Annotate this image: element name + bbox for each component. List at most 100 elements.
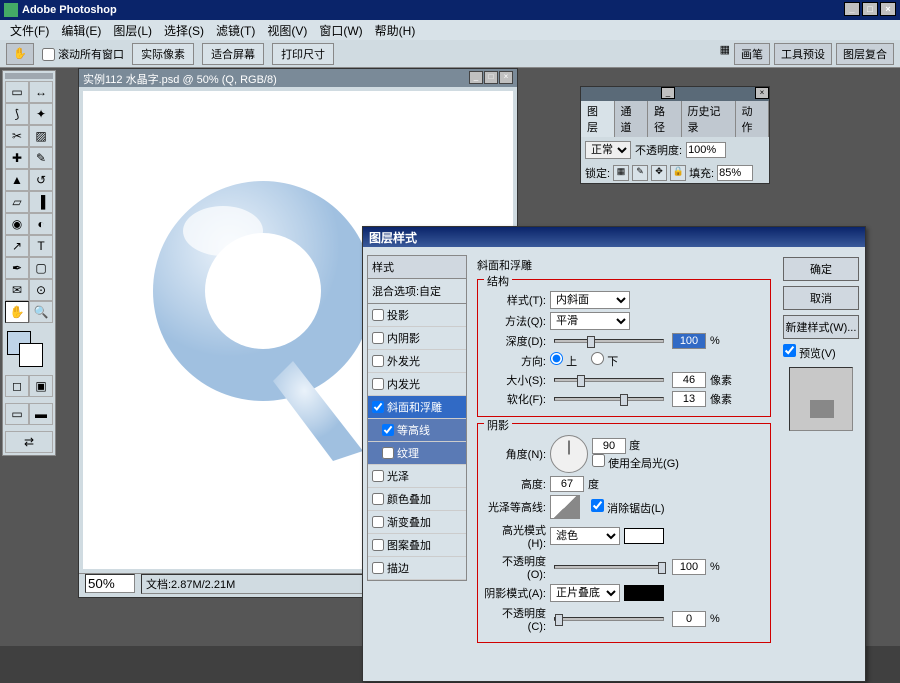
close-button[interactable]: × bbox=[880, 2, 896, 16]
depth-field[interactable] bbox=[672, 333, 706, 349]
menu-help[interactable]: 帮助(H) bbox=[369, 22, 422, 39]
jump-to-ir[interactable]: ⇄ bbox=[5, 431, 53, 453]
gloss-contour-picker[interactable] bbox=[550, 495, 580, 519]
fx-gradientoverlay[interactable]: 渐变叠加 bbox=[368, 511, 466, 534]
shadow-mode-select[interactable]: 正片叠底 bbox=[550, 584, 620, 602]
size-slider[interactable] bbox=[554, 378, 664, 382]
highlight-mode-select[interactable]: 滤色 bbox=[550, 527, 620, 545]
highlight-opacity-field[interactable] bbox=[672, 559, 706, 575]
lock-all-icon[interactable]: 🔒 bbox=[670, 165, 686, 181]
soften-field[interactable] bbox=[672, 391, 706, 407]
tab-history[interactable]: 历史记录 bbox=[682, 101, 736, 137]
soften-slider[interactable] bbox=[554, 397, 664, 401]
screenmode-full[interactable]: ▬ bbox=[29, 403, 53, 425]
fx-bevel[interactable]: 斜面和浮雕 bbox=[368, 396, 466, 419]
dialog-title[interactable]: 图层样式 bbox=[363, 227, 865, 247]
tab-brushes[interactable]: 画笔 bbox=[734, 43, 770, 65]
size-field[interactable] bbox=[672, 372, 706, 388]
fx-innershadow[interactable]: 内阴影 bbox=[368, 327, 466, 350]
shadow-color-swatch[interactable] bbox=[624, 585, 664, 601]
print-size-button[interactable]: 打印尺寸 bbox=[272, 43, 334, 65]
fx-contour[interactable]: 等高线 bbox=[368, 419, 466, 442]
wand-tool[interactable]: ✦ bbox=[29, 103, 53, 125]
background-color[interactable] bbox=[19, 343, 43, 367]
fx-outerglow[interactable]: 外发光 bbox=[368, 350, 466, 373]
screenmode-icon[interactable]: ▣ bbox=[29, 375, 53, 397]
stamp-tool[interactable]: ▲ bbox=[5, 169, 29, 191]
tab-channels[interactable]: 通道 bbox=[615, 101, 649, 137]
panel-minimize[interactable]: _ bbox=[661, 87, 675, 99]
highlight-opacity-slider[interactable] bbox=[554, 565, 664, 569]
menu-file[interactable]: 文件(F) bbox=[4, 22, 55, 39]
tab-layercomps[interactable]: 图层复合 bbox=[836, 43, 894, 65]
menu-window[interactable]: 窗口(W) bbox=[313, 22, 368, 39]
tab-layers[interactable]: 图层 bbox=[581, 101, 615, 137]
marquee-tool[interactable]: ▭ bbox=[5, 81, 29, 103]
preview-checkbox[interactable]: 预览(V) bbox=[783, 348, 836, 360]
styles-header[interactable]: 样式 bbox=[367, 255, 467, 279]
hand-tool-icon[interactable]: ✋ bbox=[6, 43, 34, 65]
lock-position-icon[interactable]: ✥ bbox=[651, 165, 667, 181]
actual-pixels-button[interactable]: 实际像素 bbox=[132, 43, 194, 65]
panel-close[interactable]: × bbox=[755, 87, 769, 99]
cancel-button[interactable]: 取消 bbox=[783, 286, 859, 310]
altitude-field[interactable] bbox=[550, 476, 584, 492]
quickmask-icon[interactable]: ◻ bbox=[5, 375, 29, 397]
fx-stroke[interactable]: 描边 bbox=[368, 557, 466, 580]
dodge-tool[interactable]: ◐ bbox=[29, 213, 53, 235]
angle-field[interactable] bbox=[592, 438, 626, 454]
maximize-button[interactable]: □ bbox=[862, 2, 878, 16]
fx-coloroverlay[interactable]: 颜色叠加 bbox=[368, 488, 466, 511]
path-tool[interactable]: ↗ bbox=[5, 235, 29, 257]
type-tool[interactable]: T bbox=[29, 235, 53, 257]
scroll-all-checkbox[interactable]: 滚动所有窗口 bbox=[42, 46, 124, 62]
menu-edit[interactable]: 编辑(E) bbox=[55, 22, 107, 39]
color-swatches[interactable] bbox=[5, 329, 53, 369]
fx-satin[interactable]: 光泽 bbox=[368, 465, 466, 488]
history-brush-tool[interactable]: ↺ bbox=[29, 169, 53, 191]
zoom-field[interactable] bbox=[85, 574, 135, 593]
fx-innerglow[interactable]: 内发光 bbox=[368, 373, 466, 396]
doc-maximize[interactable]: □ bbox=[484, 71, 498, 84]
blur-tool[interactable]: ◉ bbox=[5, 213, 29, 235]
doc-close[interactable]: × bbox=[499, 71, 513, 84]
shape-tool[interactable]: ▢ bbox=[29, 257, 53, 279]
menu-select[interactable]: 选择(S) bbox=[158, 22, 210, 39]
angle-wheel[interactable] bbox=[550, 435, 588, 473]
lock-transparency-icon[interactable]: ▦ bbox=[613, 165, 629, 181]
lasso-tool[interactable]: ⟆ bbox=[5, 103, 29, 125]
direction-down-radio[interactable]: 下 bbox=[591, 352, 618, 369]
fx-texture[interactable]: 纹理 bbox=[368, 442, 466, 465]
tab-actions[interactable]: 动作 bbox=[736, 101, 770, 137]
fx-dropshadow[interactable]: 投影 bbox=[368, 304, 466, 327]
blend-mode-select[interactable]: 正常 bbox=[585, 141, 631, 159]
new-style-button[interactable]: 新建样式(W)... bbox=[783, 315, 859, 339]
pen-tool[interactable]: ✒ bbox=[5, 257, 29, 279]
fit-screen-button[interactable]: 适合屏幕 bbox=[202, 43, 264, 65]
lock-paint-icon[interactable]: ✎ bbox=[632, 165, 648, 181]
shadow-opacity-slider[interactable] bbox=[554, 617, 664, 621]
crop-tool[interactable]: ✂ bbox=[5, 125, 29, 147]
shadow-opacity-field[interactable] bbox=[672, 611, 706, 627]
bevel-technique-select[interactable]: 平滑 bbox=[550, 312, 630, 330]
eyedropper-tool[interactable]: ⊙ bbox=[29, 279, 53, 301]
notes-tool[interactable]: ✉ bbox=[5, 279, 29, 301]
tab-toolpresets[interactable]: 工具预设 bbox=[774, 43, 832, 65]
ok-button[interactable]: 确定 bbox=[783, 257, 859, 281]
move-tool[interactable]: ↔ bbox=[29, 81, 53, 103]
slice-tool[interactable]: ▨ bbox=[29, 125, 53, 147]
menu-layer[interactable]: 图层(L) bbox=[107, 22, 158, 39]
palette-toggle-icon[interactable]: ▦ bbox=[720, 43, 730, 65]
document-titlebar[interactable]: 实例112 水晶字.psd @ 50% (Q, RGB/8) _□× bbox=[79, 69, 517, 87]
eraser-tool[interactable]: ▱ bbox=[5, 191, 29, 213]
gradient-tool[interactable]: ▐ bbox=[29, 191, 53, 213]
heal-tool[interactable]: ✚ bbox=[5, 147, 29, 169]
opacity-field[interactable] bbox=[686, 142, 726, 158]
hand-tool[interactable]: ✋ bbox=[5, 301, 29, 323]
highlight-color-swatch[interactable] bbox=[624, 528, 664, 544]
screenmode-std[interactable]: ▭ bbox=[5, 403, 29, 425]
zoom-tool[interactable]: 🔍 bbox=[29, 301, 53, 323]
doc-minimize[interactable]: _ bbox=[469, 71, 483, 84]
bevel-style-select[interactable]: 内斜面 bbox=[550, 291, 630, 309]
minimize-button[interactable]: _ bbox=[844, 2, 860, 16]
